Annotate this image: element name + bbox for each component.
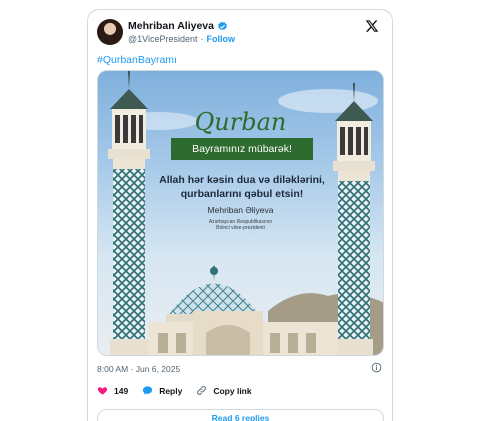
wish-line-2: qurbanlarını qəbul etsin! — [180, 188, 304, 200]
post-timestamp[interactable]: 8:00 AM · Jun 6, 2025 — [97, 364, 180, 374]
verified-badge-icon — [218, 21, 227, 30]
reply-label: Reply — [159, 385, 183, 396]
action-bar: 149 Reply Copy link — [97, 385, 266, 396]
image-signature: Mehriban Əliyeva — [207, 205, 274, 215]
author-name-row: Mehriban Aliyeva — [128, 20, 228, 32]
wish-line-1: Allah hər kəsin dua və diləklərini, — [159, 174, 325, 186]
x-logo-icon[interactable] — [365, 19, 379, 33]
reply-icon — [143, 386, 153, 395]
tweet-card: Mehriban Aliyeva @1VicePresident · Follo… — [87, 9, 393, 421]
copy-link-label: Copy link — [213, 385, 252, 396]
hashtag-link[interactable]: #QurbanBayramı — [97, 54, 177, 66]
image-banner: Bayramınız mübarək! — [171, 138, 313, 160]
author-name[interactable]: Mehriban Aliyeva — [128, 20, 214, 32]
separator-dot: · — [200, 34, 204, 44]
follow-button[interactable]: Follow — [207, 34, 236, 44]
info-icon[interactable] — [371, 362, 382, 373]
avatar[interactable] — [97, 19, 123, 45]
role-line-2: Birinci vitse-prezidenti — [216, 225, 265, 231]
read-replies-button[interactable]: Read 6 replies — [97, 409, 384, 421]
like-count: 149 — [114, 385, 129, 396]
heart-icon — [97, 387, 108, 395]
copy-link-button[interactable]: Copy link — [196, 385, 252, 396]
image-title: Qurban — [194, 108, 287, 136]
post-image[interactable]: Qurban Bayramınız mübarək! Allah hər kəs… — [97, 70, 384, 356]
like-button[interactable]: 149 — [97, 385, 128, 396]
image-role: Azərbaycan Respublikasının Birinci vitse… — [98, 219, 383, 231]
author-handle[interactable]: @1VicePresident — [128, 34, 198, 44]
handle-row: @1VicePresident · Follow — [128, 34, 235, 44]
reply-button[interactable]: Reply — [142, 385, 182, 396]
link-icon — [197, 386, 207, 395]
image-wish: Allah hər kəsin dua və diləklərini, qurb… — [148, 173, 336, 201]
